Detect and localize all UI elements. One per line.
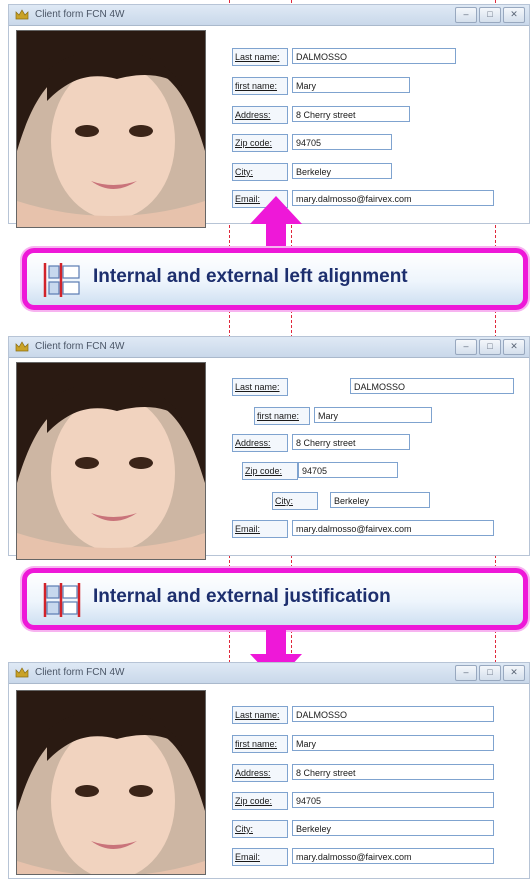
- last-name-field[interactable]: DALMOSSO: [292, 48, 456, 64]
- first-name-row: first name: Mary: [232, 77, 492, 95]
- window-title: Client form FCN 4W: [35, 9, 125, 20]
- address-label: Address:: [232, 434, 288, 452]
- city-row: City: Berkeley: [232, 492, 492, 510]
- email-row: Email: mary.dalmosso@fairvex.com: [232, 520, 497, 538]
- minimize-button[interactable]: –: [455, 339, 477, 355]
- title-bar[interactable]: Client form FCN 4W – □ ✕: [9, 337, 529, 358]
- email-field[interactable]: mary.dalmosso@fairvex.com: [292, 848, 494, 864]
- city-field[interactable]: Berkeley: [292, 163, 392, 179]
- close-button[interactable]: ✕: [503, 339, 525, 355]
- maximize-button[interactable]: □: [479, 339, 501, 355]
- city-label: City:: [232, 820, 288, 838]
- window-title: Client form FCN 4W: [35, 667, 125, 678]
- last-name-row: Last name: DALMOSSO: [232, 48, 492, 66]
- last-name-field[interactable]: DALMOSSO: [350, 378, 514, 394]
- city-label: City:: [232, 163, 288, 181]
- zip-code-field[interactable]: 94705: [292, 792, 494, 808]
- first-name-label: first name:: [232, 77, 288, 95]
- justification-banner: Internal and external justification: [22, 568, 528, 630]
- first-name-field[interactable]: Mary: [292, 735, 494, 751]
- close-button[interactable]: ✕: [503, 7, 525, 23]
- city-row: City: Berkeley: [232, 163, 492, 181]
- email-label: Email:: [232, 520, 288, 538]
- justification-banner-text: Internal and external justification: [93, 586, 391, 607]
- first-name-label: first name:: [254, 407, 310, 425]
- first-name-field[interactable]: Mary: [292, 77, 410, 93]
- last-name-field[interactable]: DALMOSSO: [292, 706, 494, 722]
- zip-code-field[interactable]: 94705: [292, 134, 392, 150]
- address-field[interactable]: 8 Cherry street: [292, 106, 410, 122]
- zip-code-field[interactable]: 94705: [298, 462, 398, 478]
- last-name-row: Last name: DALMOSSO: [232, 706, 497, 724]
- close-button[interactable]: ✕: [503, 665, 525, 681]
- first-name-row: first name: Mary: [232, 735, 497, 753]
- first-name-field[interactable]: Mary: [314, 407, 432, 423]
- maximize-button[interactable]: □: [479, 7, 501, 23]
- address-row: Address: 8 Cherry street: [232, 434, 492, 452]
- city-label: City:: [272, 492, 318, 510]
- address-field[interactable]: 8 Cherry street: [292, 764, 494, 780]
- crown-app-icon: [15, 9, 29, 20]
- minimize-button[interactable]: –: [455, 665, 477, 681]
- portrait-photo: [16, 30, 206, 228]
- email-label: Email:: [232, 848, 288, 866]
- email-field[interactable]: mary.dalmosso@fairvex.com: [292, 190, 494, 206]
- first-name-row: first name: Mary: [232, 407, 492, 425]
- zip-code-label: Zip code:: [232, 792, 288, 810]
- address-field[interactable]: 8 Cherry street: [292, 434, 410, 450]
- zip-code-label: Zip code:: [232, 134, 288, 152]
- maximize-button[interactable]: □: [479, 665, 501, 681]
- portrait-photo: [16, 362, 206, 560]
- last-name-label: Last name:: [232, 378, 288, 396]
- address-label: Address:: [232, 764, 288, 782]
- city-field[interactable]: Berkeley: [292, 820, 494, 836]
- zip-code-row: Zip code: 94705: [232, 462, 492, 480]
- first-name-label: first name:: [232, 735, 288, 753]
- left-alignment-banner-text: Internal and external left alignment: [93, 266, 408, 287]
- portrait-photo: [16, 690, 206, 875]
- up-arrow-icon: [250, 196, 302, 248]
- title-bar[interactable]: Client form FCN 4W – □ ✕: [9, 663, 529, 684]
- email-row: Email: mary.dalmosso@fairvex.com: [232, 848, 497, 866]
- zip-code-label: Zip code:: [242, 462, 298, 480]
- last-name-row: Last name: DALMOSSO: [232, 378, 522, 396]
- justification-icon: [43, 583, 81, 617]
- crown-app-icon: [15, 341, 29, 352]
- title-bar[interactable]: Client form FCN 4W – □ ✕: [9, 5, 529, 26]
- city-row: City: Berkeley: [232, 820, 497, 838]
- zip-code-row: Zip code: 94705: [232, 134, 492, 152]
- last-name-label: Last name:: [232, 48, 288, 66]
- window-title: Client form FCN 4W: [35, 341, 125, 352]
- last-name-label: Last name:: [232, 706, 288, 724]
- city-field[interactable]: Berkeley: [330, 492, 430, 508]
- zip-code-row: Zip code: 94705: [232, 792, 497, 810]
- minimize-button[interactable]: –: [455, 7, 477, 23]
- address-label: Address:: [232, 106, 288, 124]
- left-alignment-banner: Internal and external left alignment: [22, 248, 528, 310]
- left-alignment-icon: [43, 263, 80, 297]
- email-field[interactable]: mary.dalmosso@fairvex.com: [292, 520, 494, 536]
- address-row: Address: 8 Cherry street: [232, 764, 497, 782]
- crown-app-icon: [15, 667, 29, 678]
- address-row: Address: 8 Cherry street: [232, 106, 492, 124]
